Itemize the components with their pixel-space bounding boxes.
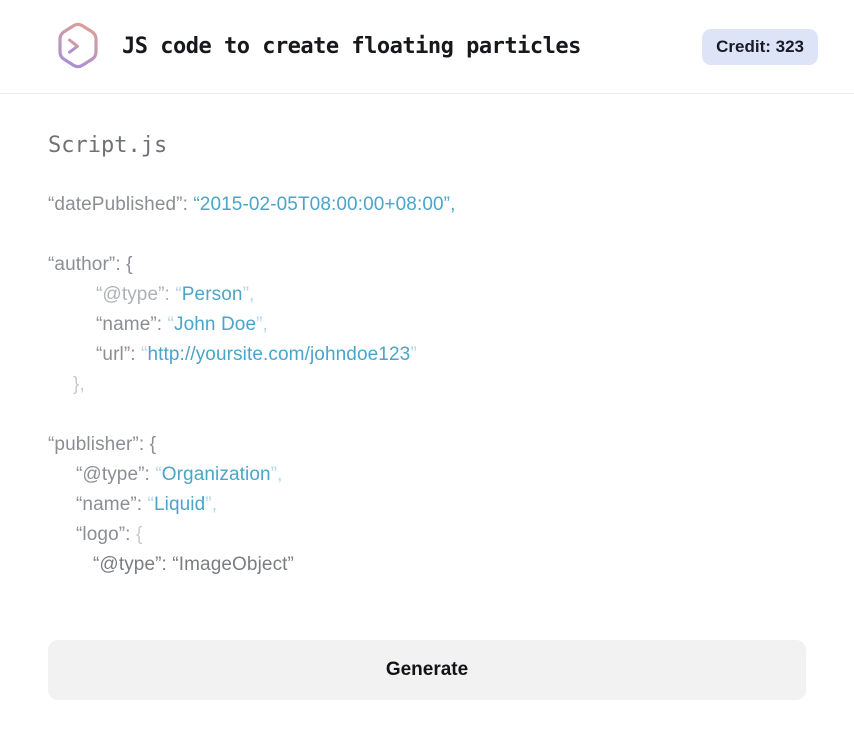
credit-badge: Credit: 323 [702, 28, 818, 65]
script-filename: Script.js [48, 133, 168, 158]
code-token: Organization [161, 464, 271, 485]
app-window: JS code to create floating particles Cre… [0, 0, 854, 748]
code-line: “name”: “Liquid”, [48, 490, 806, 520]
code-line: “@type”: “Organization”, [48, 460, 806, 490]
main-content: Script.js “datePublished”: “2015-02-05T0… [0, 94, 854, 700]
code-line: “url”: “http://yoursite.com/johndoe123” [48, 340, 806, 370]
code-line: “logo”: { [48, 520, 806, 550]
code-token: “@type”: “ImageObject” [93, 554, 294, 575]
code-token: “datePublished”: [48, 194, 194, 215]
code-line: “name”: “John Doe”, [48, 310, 806, 340]
code-token: “@type”: [96, 284, 176, 305]
code-line: “@type”: “ImageObject” [48, 550, 806, 580]
code-token: http://yoursite.com/johndoe123 [147, 344, 411, 365]
code-line: “publisher”: { [48, 430, 806, 460]
code-block: “datePublished”: “2015-02-05T08:00:00+08… [48, 190, 806, 580]
code-token: Liquid [153, 494, 206, 515]
code-token: “publisher”: { [48, 434, 157, 455]
code-line: “author”: { [48, 250, 806, 280]
code-line: }, [48, 370, 806, 400]
code-token: ”, [242, 284, 255, 305]
code-token: ”, [270, 464, 283, 485]
code-token: ”, [205, 494, 218, 515]
code-token: ”, [256, 314, 268, 335]
code-line: “datePublished”: “2015-02-05T08:00:00+08… [48, 190, 806, 220]
code-token: Person [181, 284, 243, 305]
terminal-hexagon-logo-icon [54, 20, 102, 74]
page-title: JS code to create floating particles [122, 34, 581, 59]
code-token: “name”: [76, 494, 148, 515]
code-token: John Doe [173, 314, 257, 335]
code-token: “2015-02-05T08:00:00+08:00”, [193, 194, 456, 215]
code-token: “url”: [96, 344, 142, 365]
code-token: “author”: { [48, 254, 133, 275]
code-token: “@type”: [76, 464, 156, 485]
code-line: “@type”: “Person”, [48, 280, 806, 310]
code-token: }, [73, 374, 85, 395]
generate-button[interactable]: Generate [48, 640, 806, 700]
code-token: { [135, 524, 143, 545]
code-token: “name”: [96, 314, 168, 335]
header: JS code to create floating particles Cre… [0, 0, 854, 94]
code-token: ” [410, 344, 417, 365]
code-token: “logo”: [76, 524, 136, 545]
